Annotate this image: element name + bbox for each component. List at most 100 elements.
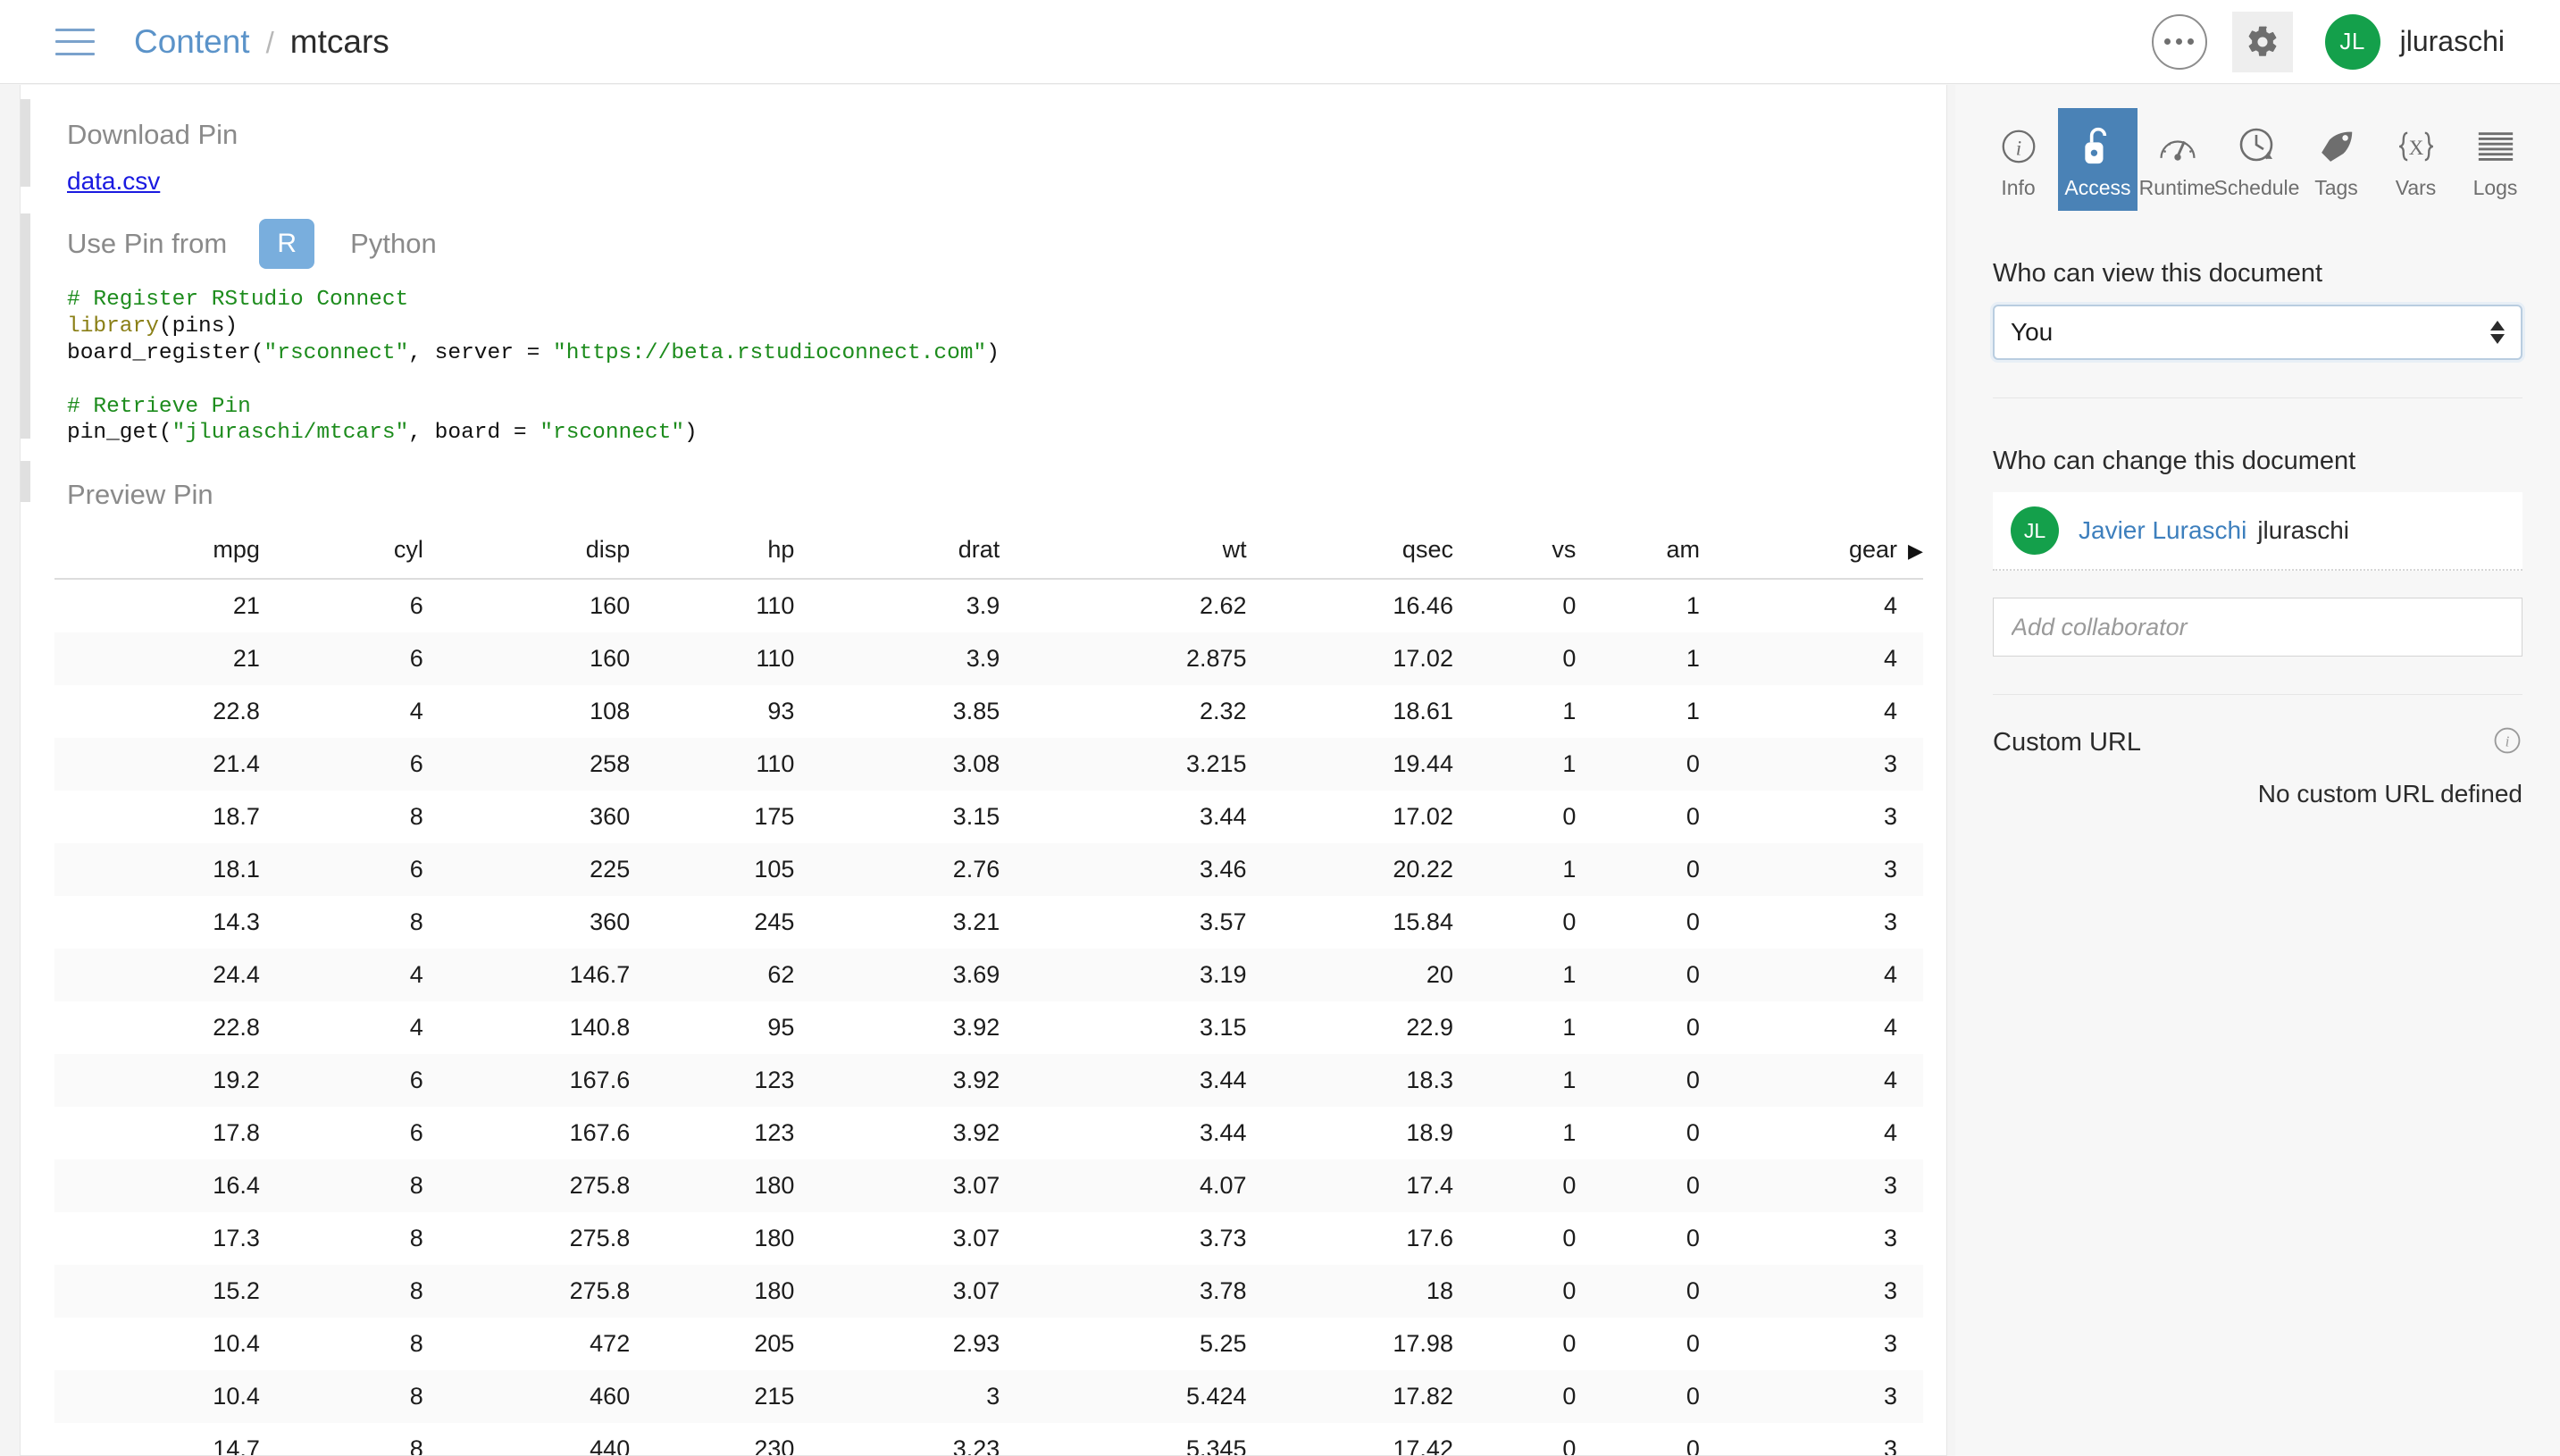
code-comment-retrieve: # Retrieve Pin bbox=[67, 394, 251, 419]
table-cell-drat: 3.08 bbox=[952, 750, 1000, 778]
table-row: 22.8 4 108 93 3.85 2.32 18.61 1 1 4 bbox=[54, 685, 1923, 738]
table-cell-hp: 215 bbox=[754, 1383, 795, 1410]
table-cell-am: 0 bbox=[1686, 856, 1700, 883]
table-cell-drat: 3.92 bbox=[952, 1067, 1000, 1094]
table-cell-disp: 460 bbox=[590, 1383, 631, 1410]
table-cell-wt: 5.345 bbox=[1186, 1435, 1247, 1456]
breadcrumb: Content / mtcars bbox=[134, 23, 389, 61]
code-library-arg: (pins) bbox=[158, 314, 238, 339]
view-permission-label: Who can view this document bbox=[1993, 259, 2323, 288]
table-cell-qsec: 20.22 bbox=[1393, 856, 1453, 883]
tab-info[interactable]: i Info bbox=[1979, 108, 2058, 211]
table-column-header-vs: vs bbox=[1452, 531, 1577, 581]
avatar: JL bbox=[2011, 506, 2059, 555]
table-cell-hp: 95 bbox=[767, 1014, 795, 1042]
gauge-icon bbox=[2156, 121, 2199, 167]
table-cell-mpg: 10.4 bbox=[213, 1330, 260, 1358]
change-permission-label: Who can change this document bbox=[1993, 447, 2356, 475]
language-toggle-row: Use Pin from R Python bbox=[67, 219, 1946, 269]
user-menu[interactable]: JL jluraschi bbox=[2324, 13, 2505, 70]
table-cell-drat: 3.07 bbox=[952, 1225, 1000, 1252]
breadcrumb-content-link[interactable]: Content bbox=[134, 23, 250, 61]
code-pin-get-str1: "jluraschi/mtcars" bbox=[172, 421, 409, 446]
table-row: 19.2 6 167.6 123 3.92 3.44 18.3 1 0 4 bbox=[54, 1054, 1923, 1108]
table-cell-am: 0 bbox=[1686, 803, 1700, 831]
svg-text:i: i bbox=[2015, 138, 2020, 160]
tab-language-r[interactable]: R bbox=[259, 219, 315, 269]
hamburger-icon[interactable] bbox=[55, 28, 95, 55]
table-cell-gear: 3 bbox=[1883, 1277, 1897, 1305]
add-collaborator-input[interactable] bbox=[1993, 598, 2522, 657]
table-cell-vs: 1 bbox=[1562, 1119, 1577, 1147]
tab-access[interactable]: Access bbox=[2058, 108, 2138, 211]
svg-text:i: i bbox=[2506, 732, 2510, 749]
custom-url-value: No custom URL defined bbox=[2257, 780, 2522, 807]
table-row: 15.2 8 275.8 180 3.07 3.78 18 0 0 3 bbox=[54, 1265, 1923, 1318]
tab-schedule[interactable]: Schedule bbox=[2214, 108, 2299, 211]
section-accent-bar bbox=[21, 461, 30, 503]
table-body: 21 6 160 110 3.9 2.62 16.46 0 1 4 21 6 160 110 3.9 2.87… bbox=[54, 579, 1923, 1456]
download-file-link[interactable]: data.csv bbox=[67, 167, 160, 196]
tab-language-python[interactable]: Python bbox=[350, 228, 437, 260]
table-row: 14.3 8 360 245 3.21 3.57 15.84 0 0 3 bbox=[54, 896, 1923, 949]
table-cell-drat: 3.92 bbox=[952, 1119, 1000, 1147]
table-cell-gear: 3 bbox=[1883, 1330, 1897, 1358]
table-cell-cyl: 8 bbox=[409, 908, 423, 936]
table-row: 10.4 8 460 215 3 5.424 17.82 0 0 3 bbox=[54, 1370, 1923, 1424]
table-cell-am: 0 bbox=[1686, 1014, 1700, 1042]
table-cell-qsec: 18.61 bbox=[1393, 698, 1453, 725]
table-row: 24.4 4 146.7 62 3.69 3.19 20 1 0 4 bbox=[54, 949, 1923, 1002]
table-column-header-qsec: qsec bbox=[1246, 531, 1453, 581]
table-cell-wt: 3.57 bbox=[1200, 908, 1247, 936]
tab-logs[interactable]: Logs bbox=[2455, 108, 2535, 211]
table-cell-mpg: 22.8 bbox=[213, 698, 260, 725]
table-cell-disp: 440 bbox=[590, 1435, 631, 1456]
code-pin-get-str2: "rsconnect" bbox=[540, 421, 685, 446]
table-cell-cyl: 8 bbox=[409, 1383, 423, 1410]
tab-runtime[interactable]: Runtime bbox=[2138, 108, 2217, 211]
code-board-register-str1: "rsconnect" bbox=[264, 340, 409, 365]
table-cell-qsec: 17.98 bbox=[1393, 1330, 1453, 1358]
table-cell-hp: 110 bbox=[756, 592, 795, 620]
table-cell-mpg: 24.4 bbox=[213, 961, 260, 989]
table-cell-drat: 3.92 bbox=[952, 1014, 1000, 1042]
table-cell-am: 0 bbox=[1686, 1383, 1700, 1410]
use-pin-title: Use Pin from bbox=[67, 228, 228, 259]
tab-label: Runtime bbox=[2138, 176, 2216, 199]
info-circle-icon[interactable]: i bbox=[2492, 725, 2522, 760]
table-cell-disp: 275.8 bbox=[569, 1225, 631, 1252]
table-cell-qsec: 18 bbox=[1426, 1277, 1453, 1305]
table-cell-spacer bbox=[1897, 1423, 1923, 1455]
gear-icon[interactable] bbox=[2231, 11, 2293, 72]
table-cell-cyl: 6 bbox=[409, 1119, 423, 1147]
table-cell-drat: 3.9 bbox=[966, 645, 1000, 673]
ellipsis-icon[interactable] bbox=[2151, 13, 2207, 70]
collaborator-row: JL Javier Luraschi jluraschi bbox=[1993, 492, 2522, 571]
tab-label: Vars bbox=[2395, 176, 2437, 199]
chevron-updown-icon bbox=[2490, 321, 2505, 344]
table-cell-spacer bbox=[1897, 632, 1923, 685]
table-cell-gear: 4 bbox=[1883, 645, 1897, 673]
view-permission-select[interactable]: You bbox=[1993, 305, 2522, 360]
table-cell-qsec: 22.9 bbox=[1406, 1014, 1453, 1042]
table-cell-disp: 108 bbox=[590, 698, 631, 725]
collaborator-fullname-link[interactable]: Javier Luraschi bbox=[2079, 516, 2246, 545]
table-cell-drat: 3.15 bbox=[952, 803, 1000, 831]
code-board-register-mid: , server = bbox=[408, 340, 554, 365]
table-cell-qsec: 15.84 bbox=[1393, 908, 1453, 936]
table-cell-disp: 167.6 bbox=[569, 1119, 631, 1147]
table-cell-spacer bbox=[1897, 1054, 1923, 1107]
tab-tags[interactable]: Tags bbox=[2296, 108, 2376, 211]
table-cell-cyl: 6 bbox=[409, 856, 423, 883]
table-cell-disp: 140.8 bbox=[569, 1014, 631, 1042]
table-column-header-disp: disp bbox=[422, 531, 631, 581]
table-cell-wt: 3.44 bbox=[1200, 803, 1247, 831]
table-cell-spacer bbox=[1897, 949, 1923, 1001]
table-cell-spacer bbox=[1897, 1212, 1923, 1265]
tab-vars[interactable]: X Vars bbox=[2376, 108, 2455, 211]
view-permission-value: You bbox=[2011, 318, 2054, 346]
caret-right-icon[interactable]: ▶ bbox=[1896, 531, 1923, 581]
table-cell-mpg: 22.8 bbox=[213, 1014, 260, 1042]
tab-label: Schedule bbox=[2213, 176, 2300, 199]
lines-icon bbox=[2475, 121, 2516, 167]
